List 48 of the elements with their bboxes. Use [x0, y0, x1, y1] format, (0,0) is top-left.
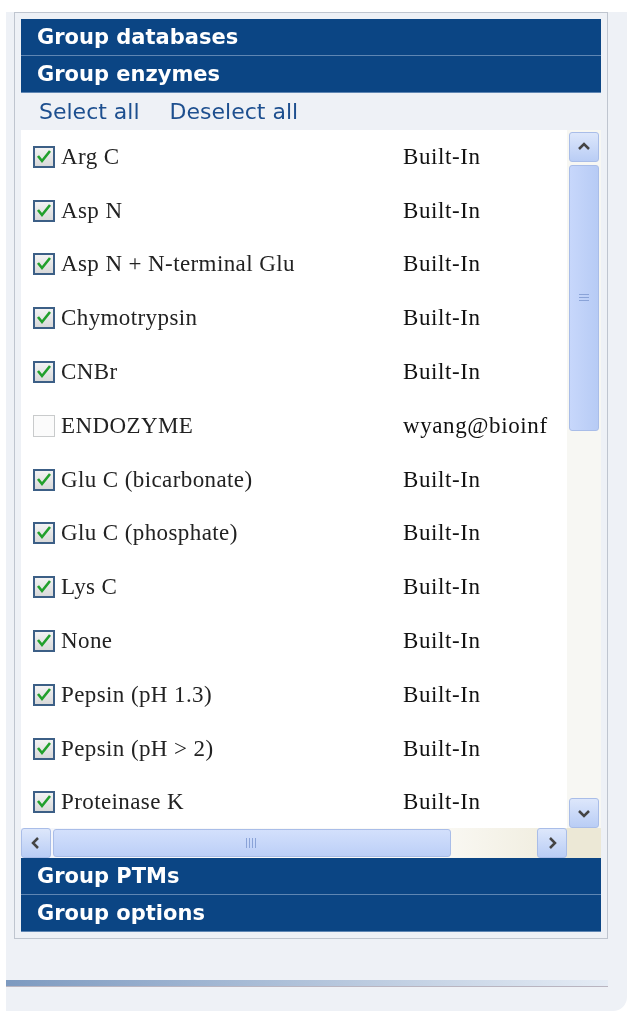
horizontal-scrollbar[interactable]	[21, 828, 601, 858]
grip-icon	[579, 293, 589, 303]
enzyme-name: Glu C (bicarbonate)	[61, 466, 253, 493]
checkbox[interactable]	[33, 683, 55, 706]
grip-icon	[245, 838, 259, 848]
enzyme-source: Built-In	[402, 359, 482, 386]
group-header[interactable]: Group options	[21, 895, 601, 932]
checkbox[interactable]	[33, 468, 55, 491]
enzyme-source: Built-In	[402, 197, 482, 224]
enzyme-source: Built-In	[402, 143, 482, 170]
enzyme-source: Built-In	[402, 681, 482, 708]
checkbox[interactable]	[33, 522, 55, 545]
enzyme-source: Built-In	[402, 466, 482, 493]
checkbox[interactable]	[33, 199, 55, 222]
enzyme-source: Built-In	[402, 251, 482, 278]
enzyme-source: Built-In	[402, 789, 482, 816]
enzyme-name: Chymotrypsin	[61, 305, 198, 332]
enzyme-source: Built-In	[402, 574, 482, 601]
enzyme-source: Built-In	[402, 520, 482, 547]
checkbox[interactable]	[33, 253, 55, 276]
enzyme-name: Arg C	[61, 143, 120, 170]
enzyme-name: Asp N + N-terminal Glu	[61, 251, 295, 278]
group-header[interactable]: Group PTMs	[21, 858, 601, 895]
enzyme-name: ENDOZYME	[61, 412, 194, 439]
group-header[interactable]: Group enzymes	[21, 56, 601, 93]
enzyme-name: Lys C	[61, 574, 118, 601]
enzyme-name: CNBr	[61, 359, 118, 386]
enzyme-source: Built-In	[402, 628, 482, 655]
enzyme-source: wyang@bioinf	[402, 412, 549, 439]
checkbox[interactable]	[33, 361, 55, 384]
enzyme-name: Glu C (phosphate)	[61, 520, 238, 547]
checkbox[interactable]	[33, 145, 55, 168]
checkbox[interactable]	[33, 576, 55, 599]
selection-link[interactable]: Select all	[39, 99, 140, 124]
selection-link[interactable]: Deselect all	[169, 99, 299, 124]
enzyme-name: Asp N	[61, 197, 123, 224]
enzyme-name: Pepsin (pH 1.3)	[61, 681, 213, 708]
checkbox[interactable]	[33, 791, 55, 814]
checkbox[interactable]	[33, 737, 55, 760]
checkbox[interactable]	[33, 307, 55, 330]
enzyme-source: Built-In	[402, 735, 482, 762]
enzyme-name: None	[61, 628, 113, 655]
vertical-scrollbar[interactable]	[567, 130, 601, 828]
group-header[interactable]: Group databases	[21, 19, 601, 56]
enzyme-source: Built-In	[402, 305, 482, 332]
enzyme-name: Pepsin (pH > 2)	[61, 735, 214, 762]
enzyme-name: Proteinase K	[61, 789, 184, 816]
checkbox[interactable]	[33, 630, 55, 653]
